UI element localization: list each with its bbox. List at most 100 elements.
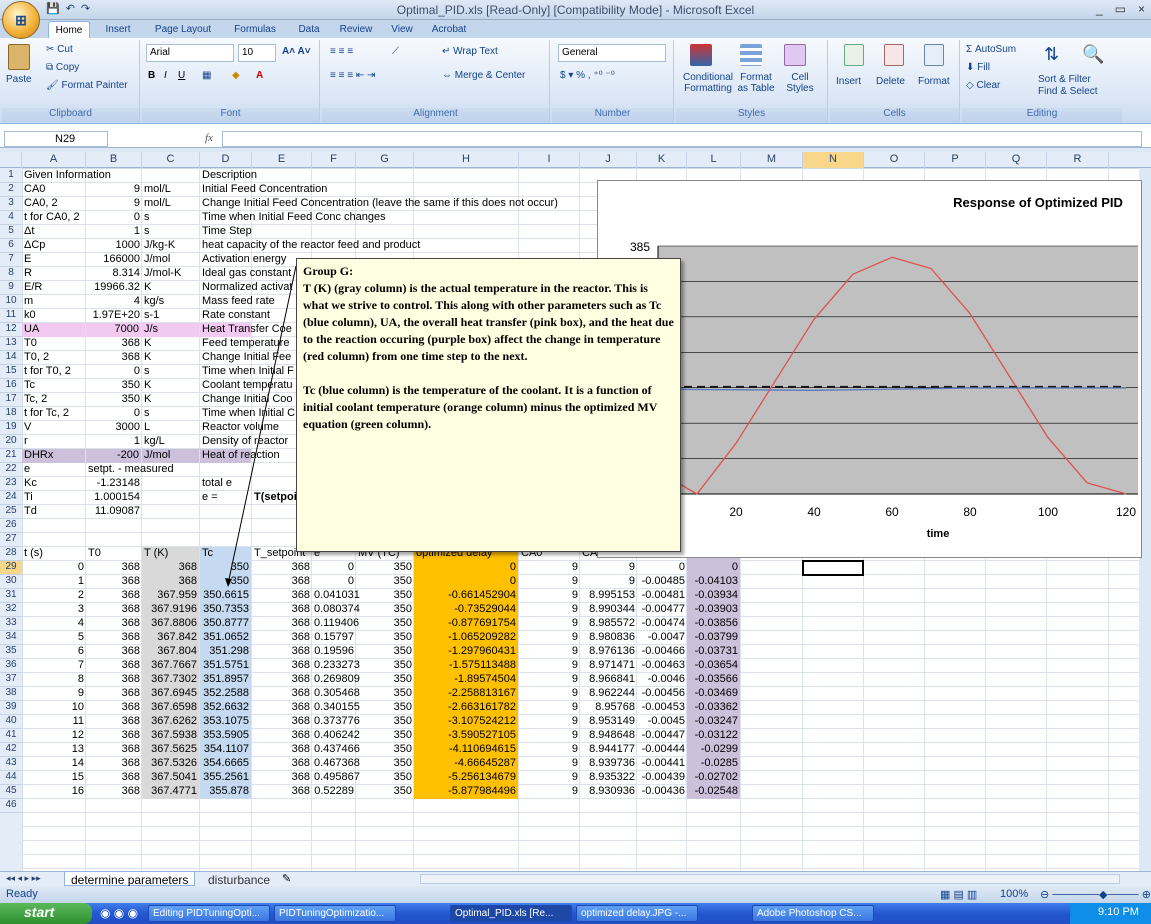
insert-button[interactable]: Insert <box>836 76 861 87</box>
param-name[interactable]: k0 <box>24 309 84 323</box>
table-cell[interactable]: -0.0285 <box>687 757 740 771</box>
table-cell[interactable]: 350 <box>358 659 412 673</box>
row-header[interactable]: 32 <box>0 603 22 617</box>
param-description[interactable]: Density of reactor <box>202 435 288 449</box>
table-cell[interactable]: 367.5938 <box>142 729 199 743</box>
row-header[interactable]: 5 <box>0 225 22 239</box>
table-cell[interactable]: 0.305468 <box>314 687 360 701</box>
table-cell[interactable]: 0.041031 <box>314 589 360 603</box>
param-unit[interactable]: K <box>144 337 198 351</box>
column-header-j[interactable]: J <box>580 152 637 168</box>
table-cell[interactable]: 10 <box>24 701 84 715</box>
table-cell[interactable]: 368 <box>254 617 310 631</box>
table-cell[interactable]: 9 <box>521 701 578 715</box>
cut-button[interactable]: ✂ Cut <box>46 44 73 55</box>
close-button[interactable]: × <box>1138 2 1145 16</box>
row-header[interactable]: 13 <box>0 337 22 351</box>
table-cell[interactable]: 0.495867 <box>314 771 360 785</box>
row-header[interactable]: 39 <box>0 701 22 715</box>
align-left-icon[interactable]: ≡ ≡ ≡ ⇤ ⇥ <box>330 70 375 81</box>
table-cell[interactable]: 0 <box>314 575 354 589</box>
param-description[interactable]: Time when Initial C <box>202 407 295 421</box>
table-cell[interactable]: 350 <box>358 715 412 729</box>
column-header-a[interactable]: A <box>22 152 86 168</box>
table-cell[interactable]: 8.976136 <box>582 645 635 659</box>
param-unit[interactable]: J/s <box>142 323 199 337</box>
table-cell[interactable]: 367.6945 <box>142 687 199 701</box>
param-value[interactable]: 4 <box>88 295 140 309</box>
table-cell[interactable]: 0.52289 <box>314 785 354 799</box>
table-cell[interactable]: -0.03566 <box>687 673 740 687</box>
table-cell[interactable]: -0.0047 <box>639 631 685 645</box>
table-cell[interactable]: 8 <box>24 673 84 687</box>
table-cell[interactable]: 0 <box>24 561 84 575</box>
param-unit[interactable]: K <box>144 393 198 407</box>
bold-button[interactable]: B <box>148 70 155 81</box>
table-cell[interactable]: 0.19596 <box>314 645 354 659</box>
table-cell[interactable]: -0.00456 <box>639 687 685 701</box>
param-name[interactable]: Td <box>24 505 84 519</box>
row-header[interactable]: 41 <box>0 729 22 743</box>
row-header[interactable]: 36 <box>0 659 22 673</box>
param-description[interactable]: Activation energy <box>202 253 286 267</box>
autosum-button[interactable]: Σ AutoSum <box>966 44 1016 55</box>
delete-button[interactable]: Delete <box>876 76 905 87</box>
table-cell[interactable]: 354.1107 <box>200 743 251 757</box>
table-cell[interactable]: 8.939736 <box>582 757 635 771</box>
table-cell[interactable]: -0.03856 <box>687 617 740 631</box>
table-cell[interactable]: 368 <box>254 575 310 589</box>
table-cell[interactable]: 351.8957 <box>200 673 251 687</box>
param-unit[interactable]: s <box>144 225 198 239</box>
copy-button[interactable]: ⧉ Copy <box>46 62 79 73</box>
param-description[interactable]: Change Initial Coo <box>202 393 293 407</box>
table-cell[interactable]: -0.00477 <box>639 603 685 617</box>
tab-page-layout[interactable]: Page Layout <box>148 21 218 38</box>
row-header[interactable]: 35 <box>0 645 22 659</box>
table-cell[interactable]: 368 <box>254 631 310 645</box>
row-header[interactable]: 8 <box>0 267 22 281</box>
param-value[interactable]: 0 <box>88 211 140 225</box>
table-cell[interactable]: -0.03247 <box>687 715 740 729</box>
table-cell[interactable]: 368 <box>88 715 140 729</box>
wrap-text-button[interactable]: ↵ Wrap Text <box>442 46 498 57</box>
table-cell[interactable]: -0.00436 <box>639 785 685 799</box>
table-cell[interactable]: 0 <box>687 561 740 575</box>
table-cell[interactable]: 350 <box>358 575 412 589</box>
table-cell[interactable]: 367.4771 <box>142 785 199 799</box>
tab-home[interactable]: Home <box>48 21 90 38</box>
table-cell[interactable]: 8.962244 <box>582 687 635 701</box>
table-cell[interactable]: 9 <box>521 561 578 575</box>
table-cell[interactable]: 0 <box>639 561 685 575</box>
table-cell[interactable]: -0.00447 <box>639 729 685 743</box>
row-header[interactable]: 29 <box>0 561 22 575</box>
param-value[interactable]: 3000 <box>88 421 140 435</box>
table-cell[interactable]: 8.930936 <box>582 785 635 799</box>
number-format-select[interactable]: General <box>558 44 666 62</box>
table-header[interactable]: t (s) <box>24 547 84 561</box>
zoom-level[interactable]: 100% <box>1000 888 1028 900</box>
format-button[interactable]: Format <box>918 76 950 87</box>
row-header[interactable]: 33 <box>0 617 22 631</box>
table-cell[interactable]: 368 <box>254 645 310 659</box>
table-cell[interactable]: 355.2561 <box>200 771 251 785</box>
table-cell[interactable]: 0.269809 <box>314 673 360 687</box>
insert-sheet-icon[interactable]: ✎ <box>282 872 291 885</box>
font-name-select[interactable]: Arial <box>146 44 234 62</box>
table-cell[interactable]: -0.00463 <box>639 659 685 673</box>
row-header[interactable]: 38 <box>0 687 22 701</box>
column-header-k[interactable]: K <box>637 152 687 168</box>
table-cell[interactable]: 9 <box>582 575 635 589</box>
table-cell[interactable]: 368 <box>254 771 310 785</box>
table-cell[interactable]: -0.00441 <box>639 757 685 771</box>
orientation-icon[interactable]: ⟋ <box>392 46 399 57</box>
table-cell[interactable]: 9 <box>521 785 578 799</box>
row-header[interactable]: 31 <box>0 589 22 603</box>
param-description[interactable]: Coolant temperatu <box>202 379 293 393</box>
table-cell[interactable]: -0.73529044 <box>414 603 518 617</box>
minimize-button[interactable]: _ <box>1096 2 1103 16</box>
table-cell[interactable]: 350.6615 <box>200 589 251 603</box>
param-description[interactable]: heat capacity of the reactor feed and pr… <box>202 239 578 253</box>
table-cell[interactable]: 0.437466 <box>314 743 360 757</box>
param-name[interactable]: R <box>24 267 84 281</box>
param-value[interactable]: 1.000154 <box>88 491 140 505</box>
